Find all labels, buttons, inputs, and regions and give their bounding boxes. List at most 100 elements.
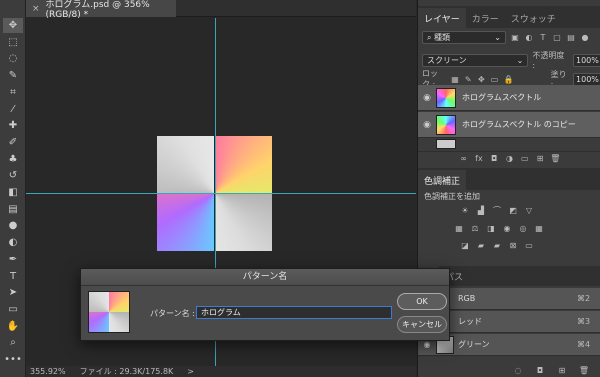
curves-icon[interactable]: ⌒ bbox=[492, 205, 502, 215]
clone-stamp-tool-icon[interactable]: ♣ bbox=[3, 152, 23, 167]
hand-tool-icon[interactable]: ✋ bbox=[3, 319, 23, 334]
lock-brush-icon[interactable]: ✎ bbox=[464, 74, 472, 84]
color-balance-icon[interactable]: ⚖ bbox=[470, 223, 480, 233]
layer-filter-select[interactable]: ⌕ 種類 ⌄ bbox=[422, 31, 506, 44]
levels-icon[interactable]: ▟ bbox=[476, 205, 486, 215]
pattern-name-dialog: パターン名 パターン名 : OK キャンセル bbox=[80, 268, 450, 341]
gradient-tool-icon[interactable]: ▤ bbox=[3, 202, 23, 217]
tab-layers[interactable]: レイヤー bbox=[418, 8, 466, 28]
tools-panel: ✥ ⬚ ◌ ✎ ⌗ ⁄ ✚ ✐ ♣ ↺ ◧ ▤ ● ◐ ✒ T ➤ ▭ ✋ ⌕ ••• bbox=[0, 0, 26, 377]
eyedropper-tool-icon[interactable]: ⁄ bbox=[3, 102, 23, 117]
brush-tool-icon[interactable]: ✐ bbox=[3, 135, 23, 150]
trash-icon[interactable]: 🗑 bbox=[550, 154, 560, 164]
new-channel-icon[interactable]: ⊞ bbox=[557, 366, 567, 376]
path-select-tool-icon[interactable]: ➤ bbox=[3, 285, 23, 300]
color-lookup-icon[interactable]: ▦ bbox=[534, 223, 544, 233]
quick-select-tool-icon[interactable]: ✎ bbox=[3, 68, 23, 83]
channel-name: グリーン bbox=[458, 340, 490, 349]
healing-brush-tool-icon[interactable]: ✚ bbox=[3, 118, 23, 133]
status-bar: 355.92% ファイル : 29.3K/175.8K > bbox=[26, 366, 416, 377]
black-white-icon[interactable]: ◨ bbox=[486, 223, 496, 233]
layer-row-partial[interactable] bbox=[418, 139, 600, 149]
lasso-tool-icon[interactable]: ◌ bbox=[3, 51, 23, 66]
brightness-icon[interactable]: ☀ bbox=[460, 205, 470, 215]
dialog-title: パターン名 bbox=[81, 269, 449, 286]
filter-adjust-icon[interactable]: ◐ bbox=[524, 33, 534, 43]
document-tab-bar: × ホログラム.psd @ 356% (RGB/8) * bbox=[26, 0, 416, 20]
eye-icon[interactable]: ◉ bbox=[418, 93, 436, 103]
history-brush-tool-icon[interactable]: ↺ bbox=[3, 168, 23, 183]
shape-tool-icon[interactable]: ▭ bbox=[3, 302, 23, 317]
lock-position-icon[interactable]: ✥ bbox=[477, 74, 485, 84]
layer-thumbnail bbox=[436, 139, 456, 149]
document-tab-title: ホログラム.psd @ 356% (RGB/8) * bbox=[45, 0, 150, 20]
blend-mode-select[interactable]: スクリーン ⌄ bbox=[422, 53, 529, 67]
channel-shortcut: ⌘4 bbox=[577, 340, 591, 349]
invert-icon[interactable]: ◪ bbox=[460, 240, 470, 250]
new-group-icon[interactable]: ▭ bbox=[520, 154, 530, 164]
gradient-map-icon[interactable]: ▭ bbox=[524, 240, 534, 250]
threshold-icon[interactable]: ▰ bbox=[492, 240, 502, 250]
adjustment-layer-icon[interactable]: ◑ bbox=[504, 154, 514, 164]
document-tab[interactable]: × ホログラム.psd @ 356% (RGB/8) * bbox=[26, 0, 176, 20]
trash-icon[interactable]: 🗑 bbox=[579, 366, 589, 376]
vibrance-icon[interactable]: ▽ bbox=[524, 205, 534, 215]
filter-type-icon[interactable]: T bbox=[538, 33, 548, 43]
exposure-icon[interactable]: ◩ bbox=[508, 205, 518, 215]
status-menu-arrow[interactable]: > bbox=[187, 367, 194, 376]
layer-row-hologram-spectrum-copy[interactable]: ◉ ホログラムスペクトル のコピー bbox=[418, 112, 600, 138]
type-tool-icon[interactable]: T bbox=[3, 269, 23, 284]
layer-name: ホログラムスペクトル bbox=[462, 93, 542, 102]
channel-name: RGB bbox=[458, 294, 476, 303]
pen-tool-icon[interactable]: ✒ bbox=[3, 252, 23, 267]
layer-thumbnail bbox=[436, 87, 456, 108]
lock-artboard-icon[interactable]: ▭ bbox=[490, 74, 499, 84]
eye-icon[interactable]: ◉ bbox=[418, 340, 436, 349]
channel-shortcut: ⌘3 bbox=[577, 317, 591, 326]
hue-saturation-icon[interactable]: ▦ bbox=[454, 223, 464, 233]
channel-mixer-icon[interactable]: ◎ bbox=[518, 223, 528, 233]
tab-adjustments[interactable]: 色調補正 bbox=[418, 170, 467, 190]
dodge-tool-icon[interactable]: ◐ bbox=[3, 235, 23, 250]
crop-tool-icon[interactable]: ⌗ bbox=[3, 85, 23, 100]
channel-shortcut: ⌘2 bbox=[577, 294, 591, 303]
marquee-tool-icon[interactable]: ⬚ bbox=[3, 35, 23, 50]
link-layers-icon[interactable]: ∞ bbox=[459, 154, 469, 164]
load-selection-icon[interactable]: ◌ bbox=[513, 366, 523, 376]
eye-icon[interactable]: ◉ bbox=[418, 120, 436, 130]
photo-filter-icon[interactable]: ◉ bbox=[502, 223, 512, 233]
blend-mode-value: スクリーン bbox=[427, 55, 467, 65]
tab-swatches[interactable]: スウォッチ bbox=[505, 8, 562, 28]
blur-tool-icon[interactable]: ● bbox=[3, 218, 23, 233]
more-tools-icon[interactable]: ••• bbox=[3, 352, 23, 367]
horizontal-guide[interactable] bbox=[26, 193, 416, 194]
ok-button[interactable]: OK bbox=[397, 293, 447, 310]
save-selection-icon[interactable]: ◘ bbox=[535, 366, 545, 376]
move-tool-icon[interactable]: ✥ bbox=[3, 18, 23, 33]
canvas-quadrant-bottom-left bbox=[157, 194, 214, 251]
fill-input[interactable]: 100% bbox=[573, 72, 600, 86]
cancel-button[interactable]: キャンセル bbox=[397, 316, 447, 333]
opacity-label: 不透明度 : bbox=[532, 51, 565, 70]
filter-smart-icon[interactable]: ▤ bbox=[566, 33, 576, 43]
tab-color[interactable]: カラー bbox=[466, 8, 505, 28]
new-layer-icon[interactable]: ⊞ bbox=[535, 154, 545, 164]
layer-style-icon[interactable]: fx bbox=[474, 154, 484, 164]
posterize-icon[interactable]: ▰ bbox=[476, 240, 486, 250]
filter-toggle-icon[interactable]: ● bbox=[580, 33, 590, 43]
filter-shape-icon[interactable]: ▢ bbox=[552, 33, 562, 43]
opacity-input[interactable]: 100% bbox=[573, 53, 600, 67]
chevron-down-icon: ⌄ bbox=[494, 33, 501, 42]
lock-transparent-icon[interactable]: ▦ bbox=[451, 74, 459, 84]
pattern-name-input[interactable] bbox=[196, 306, 392, 319]
selective-color-icon[interactable]: ⊠ bbox=[508, 240, 518, 250]
lock-all-icon[interactable]: 🔒 bbox=[504, 74, 514, 84]
zoom-tool-icon[interactable]: ⌕ bbox=[3, 335, 23, 350]
layer-row-hologram-spectrum[interactable]: ◉ ホログラムスペクトル bbox=[418, 85, 600, 111]
layer-mask-icon[interactable]: ◘ bbox=[489, 154, 499, 164]
close-tab-icon[interactable]: × bbox=[32, 4, 40, 14]
zoom-level[interactable]: 355.92% bbox=[30, 367, 66, 376]
channel-name: レッド bbox=[458, 317, 482, 326]
filter-pixel-icon[interactable]: ▣ bbox=[510, 33, 520, 43]
eraser-tool-icon[interactable]: ◧ bbox=[3, 185, 23, 200]
